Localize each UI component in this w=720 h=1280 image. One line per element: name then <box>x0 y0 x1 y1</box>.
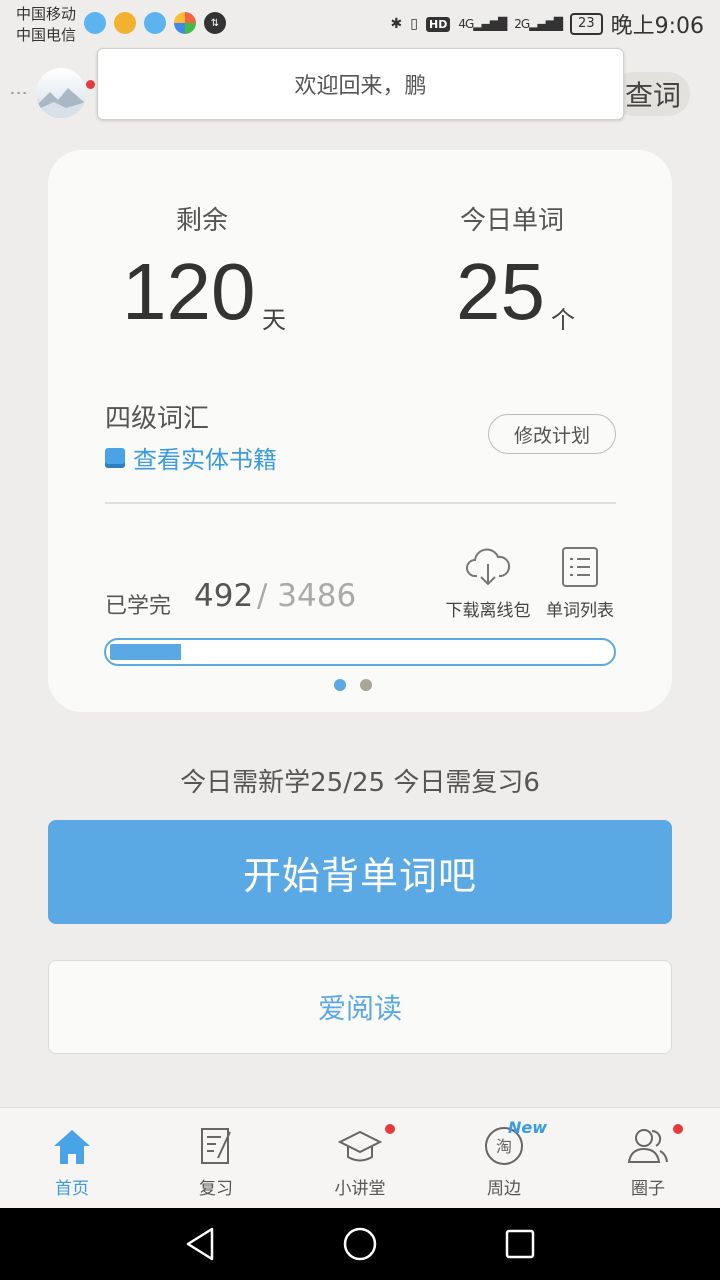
drawer-menu-icon[interactable]: ⋮ <box>8 84 29 102</box>
nav-lecture-label: 小讲堂 <box>334 1179 386 1199</box>
today-words-label: 今日单词 <box>460 206 565 236</box>
lecture-notification-badge <box>385 1124 395 1134</box>
recents-icon[interactable] <box>504 1228 536 1260</box>
nav-merch-label: 周边 <box>487 1179 521 1199</box>
signal-4g-icon: 4G▂▄▆█ <box>458 17 507 31</box>
browser-notification-icon-2 <box>144 12 166 34</box>
back-icon[interactable] <box>184 1226 216 1262</box>
bottom-navigation: 首页 复习 小讲堂 淘 New 周边 圈子 <box>0 1107 720 1209</box>
battery-icon: 23 <box>570 13 603 35</box>
review-icon <box>201 1128 231 1164</box>
score-app-notification-icon <box>114 12 136 34</box>
app-header: ⋮ 查词 欢迎回来，鹏 <box>0 48 720 126</box>
notification-icons: ⇅ <box>84 12 226 34</box>
card-page-indicator <box>334 679 372 691</box>
nav-home[interactable]: 首页 <box>0 1108 144 1209</box>
today-words-value: 25 <box>456 247 545 336</box>
status-indicators: ✱ ▯ HD 4G▂▄▆█ 2G▂▄▆█ 23 晚上9:06 <box>391 8 704 40</box>
status-bar: 中国移动 中国电信 ⇅ ✱ ▯ HD 4G▂▄▆█ 2G▂▄▆█ 23 晚上9:… <box>0 0 720 48</box>
graduation-cap-icon <box>338 1130 382 1162</box>
page-dot <box>334 679 346 691</box>
svg-text:淘: 淘 <box>496 1137 512 1156</box>
wordbook-name: 四级词汇 <box>105 404 210 434</box>
people-icon <box>627 1129 668 1163</box>
bluetooth-icon: ✱ <box>390 16 403 32</box>
love-reading-button[interactable]: 爱阅读 <box>48 960 672 1054</box>
clock: 晚上9:06 <box>610 14 704 39</box>
word-list-button[interactable]: 单词列表 <box>530 546 630 621</box>
today-task-summary: 今日需新学25/25 今日需复习6 <box>180 768 540 798</box>
remaining-days-value: 120 <box>122 247 256 336</box>
merch-new-tag: New <box>508 1118 548 1137</box>
nav-review-label: 复习 <box>199 1179 233 1199</box>
data-transfer-icon: ⇅ <box>204 12 226 34</box>
welcome-toast: 欢迎回来，鹏 <box>97 48 624 120</box>
sig-label-2: 2G <box>514 17 530 31</box>
nav-circle[interactable]: 圈子 <box>576 1108 720 1209</box>
app-notification-icon <box>174 12 196 34</box>
word-list-icon <box>562 547 598 587</box>
book-icon <box>105 447 125 468</box>
nav-home-label: 首页 <box>55 1179 89 1199</box>
learned-label: 已学完 <box>105 594 172 619</box>
download-offline-button[interactable]: 下载离线包 <box>438 546 538 621</box>
view-physical-book-link[interactable]: 查看实体书籍 <box>105 440 277 475</box>
carrier-1: 中国移动 <box>16 5 77 23</box>
vibrate-icon: ▯ <box>410 16 418 32</box>
avatar-notification-badge <box>86 80 95 89</box>
page-dot <box>360 679 372 691</box>
download-offline-label: 下载离线包 <box>445 601 531 621</box>
home-circle-icon[interactable] <box>342 1226 378 1262</box>
learned-total: / 3486 <box>257 578 357 614</box>
view-physical-book-label: 查看实体书籍 <box>133 446 277 474</box>
sig-label-1: 4G <box>458 17 474 31</box>
browser-notification-icon <box>84 12 106 34</box>
nav-review[interactable]: 复习 <box>144 1108 288 1209</box>
circle-notification-badge <box>673 1124 683 1134</box>
remaining-days-unit: 天 <box>262 306 286 334</box>
start-memorizing-button[interactable]: 开始背单词吧 <box>48 820 672 924</box>
learning-progress-bar <box>104 638 616 666</box>
nav-merch[interactable]: 淘 New 周边 <box>432 1108 576 1209</box>
study-plan-card[interactable]: 剩余 120 天 今日单词 25 个 四级词汇 查看实体书籍 修改计划 已学完 … <box>48 150 672 712</box>
remaining-days-label: 剩余 <box>176 206 229 236</box>
divider <box>105 502 616 504</box>
avatar[interactable] <box>36 68 86 118</box>
avatar-image <box>36 88 86 118</box>
carrier-2: 中国电信 <box>16 26 77 44</box>
nav-lecture[interactable]: 小讲堂 <box>288 1108 432 1209</box>
word-list-label: 单词列表 <box>546 601 614 621</box>
signal-2g-icon: 2G▂▄▆█ <box>514 17 563 31</box>
system-navigation-bar <box>0 1208 720 1280</box>
edit-plan-button[interactable]: 修改计划 <box>488 414 616 454</box>
cloud-download-icon <box>466 548 511 586</box>
hd-icon: HD <box>425 16 451 32</box>
learned-count: 492 <box>194 578 254 614</box>
today-words-unit: 个 <box>551 306 575 334</box>
nav-circle-label: 圈子 <box>631 1179 665 1199</box>
learning-progress-fill <box>110 644 181 660</box>
home-icon <box>54 1130 90 1164</box>
